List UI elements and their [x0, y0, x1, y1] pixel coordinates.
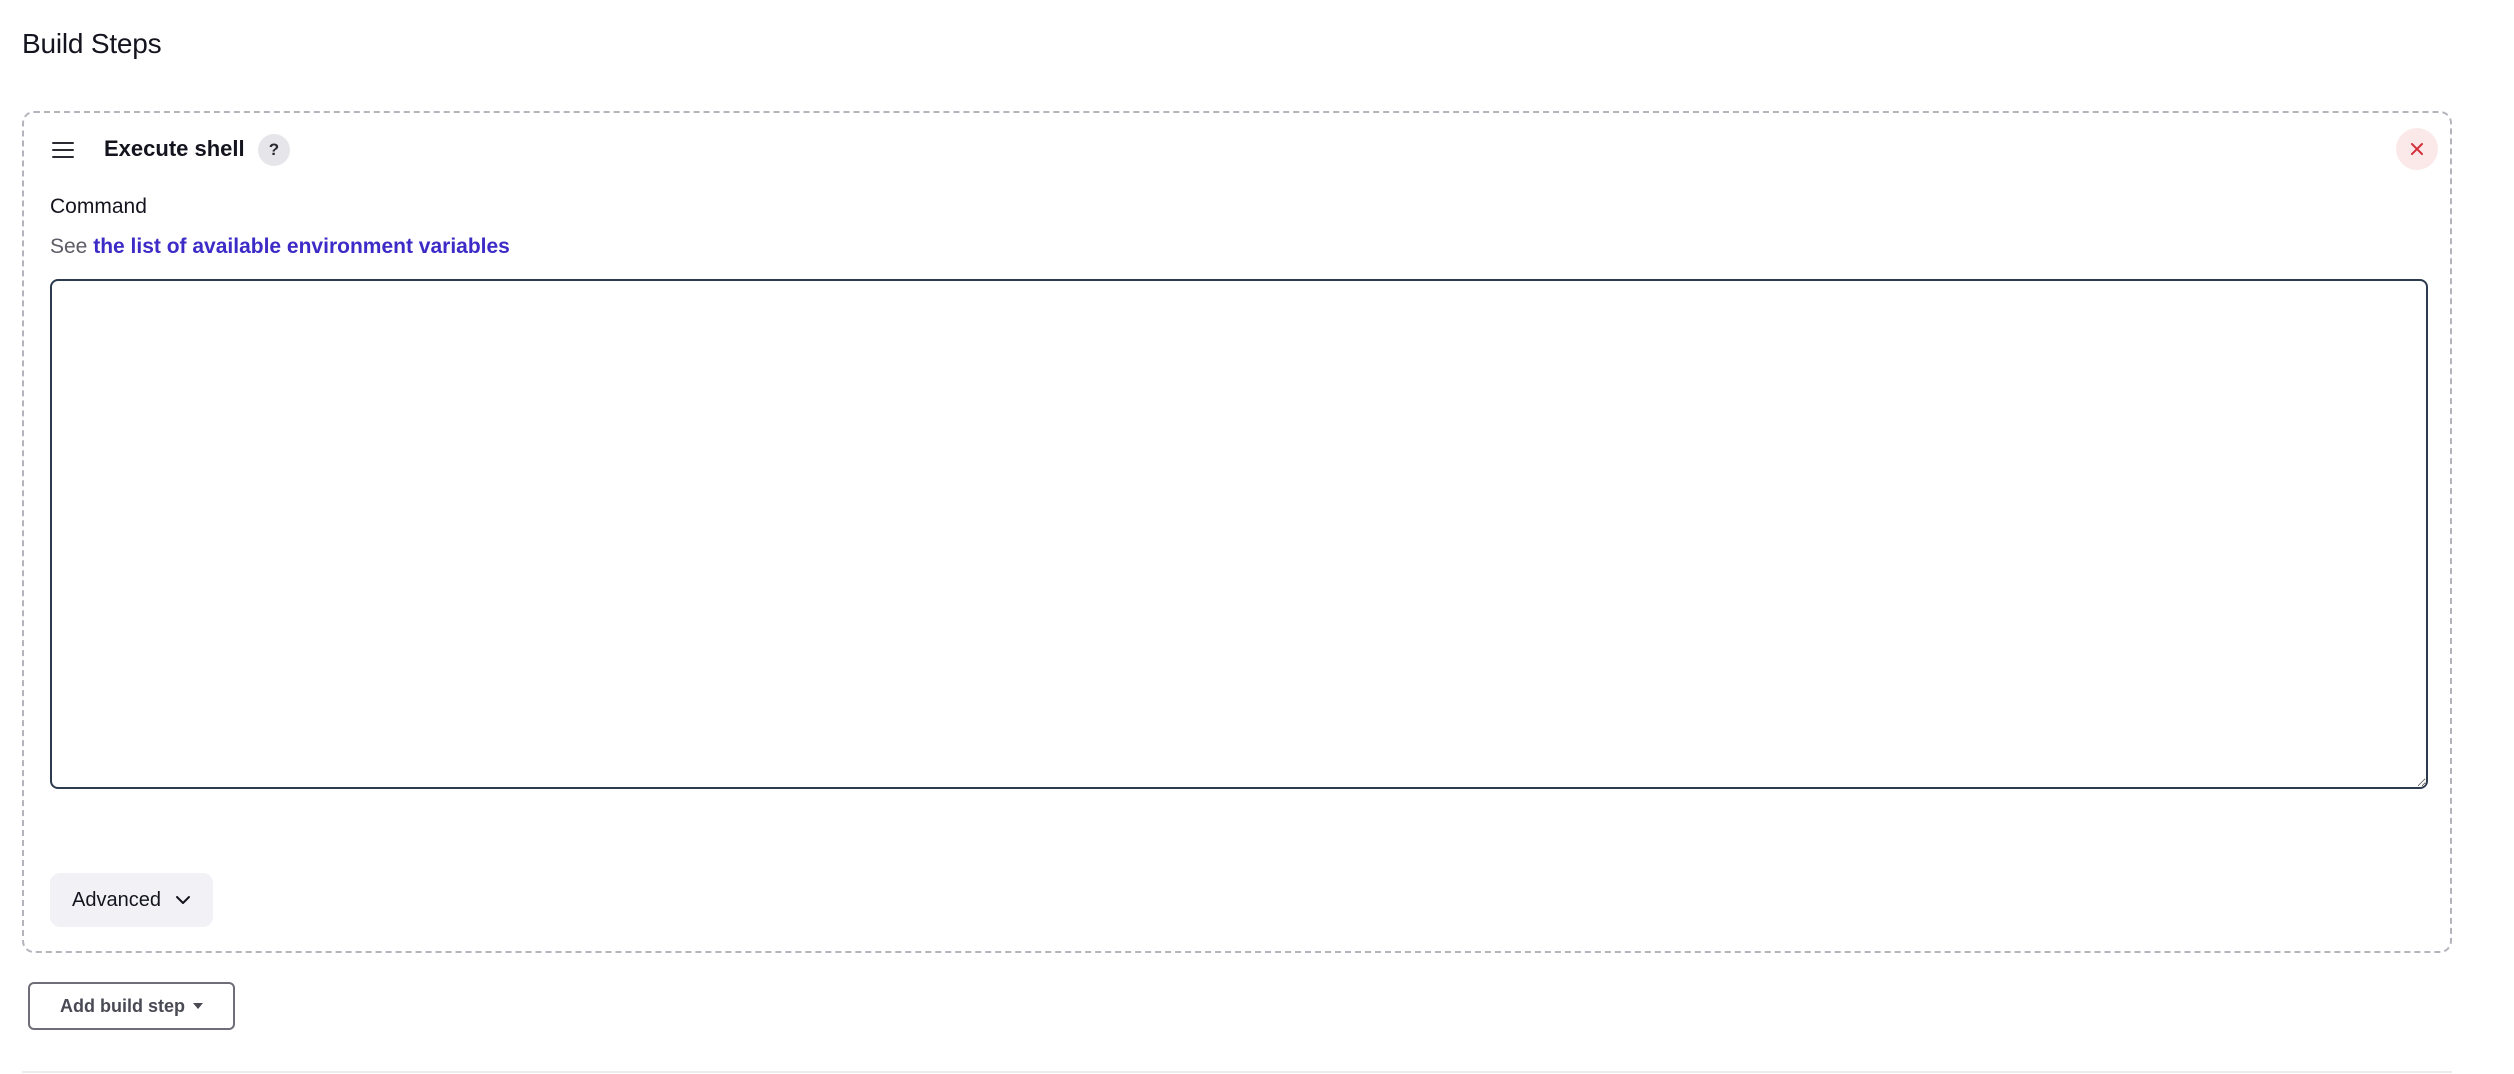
section-divider [22, 1071, 2452, 1073]
env-variables-link[interactable]: the list of available environment variab… [93, 235, 510, 258]
section-title: Build Steps [22, 28, 162, 59]
delete-step-button[interactable] [2396, 128, 2438, 170]
help-icon[interactable]: ? [258, 134, 290, 166]
close-icon [2411, 143, 2423, 155]
caret-down-icon [193, 1003, 203, 1009]
drag-handle-icon[interactable] [52, 142, 74, 158]
chevron-down-icon [175, 896, 190, 904]
command-label: Command [50, 195, 147, 218]
add-build-step-button[interactable]: Add build step [28, 982, 235, 1030]
step-title: Execute shell [104, 136, 245, 161]
build-step-card: Execute shell ? Command See the list of … [22, 111, 2452, 953]
add-build-step-label: Add build step [60, 995, 185, 1016]
description-prefix: See [50, 235, 94, 258]
command-textarea[interactable] [50, 279, 2428, 789]
command-description: See the list of available environment va… [50, 235, 510, 259]
advanced-label: Advanced [72, 888, 161, 911]
advanced-button[interactable]: Advanced [50, 873, 213, 927]
